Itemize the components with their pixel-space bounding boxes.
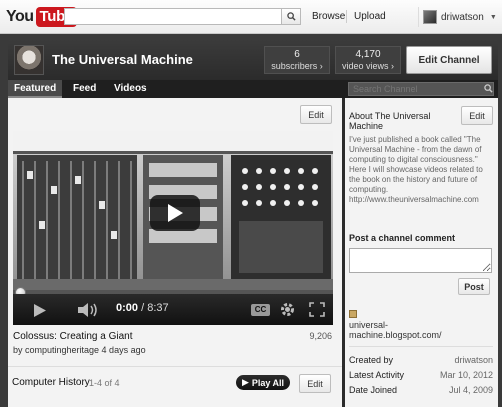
- video-player[interactable]: 0:00 / 8:37 CC: [13, 131, 333, 325]
- play-all-label: Play All: [251, 377, 285, 388]
- comment-input[interactable]: [349, 248, 492, 273]
- subscribers-label: subscribers ›: [271, 61, 323, 71]
- channel-title: The Universal Machine: [52, 52, 193, 67]
- video-byline: by computingheritage 4 days ago: [13, 345, 146, 355]
- search-channel-input[interactable]: [348, 82, 494, 96]
- info-label: Date Joined: [349, 385, 398, 395]
- upload-link[interactable]: Upload: [354, 11, 386, 22]
- blog-link[interactable]: universal-machine.blogspot.com/: [349, 320, 459, 340]
- tab-feed[interactable]: Feed: [67, 80, 102, 98]
- info-label: Created by: [349, 355, 394, 365]
- time-display: 0:00 / 8:37: [116, 302, 169, 314]
- video-views-label: video views ›: [341, 61, 395, 71]
- edit-channel-button[interactable]: Edit Channel: [406, 46, 492, 74]
- time-separator: /: [141, 302, 145, 314]
- blog-icon: [349, 310, 357, 318]
- channel-page: The Universal Machine 6 subscribers › 4,…: [8, 40, 498, 407]
- user-menu[interactable]: driwatson ▼: [418, 7, 497, 27]
- subscribers-stat[interactable]: 6 subscribers ›: [264, 46, 330, 74]
- logo-you-text: You: [6, 8, 34, 25]
- search-input[interactable]: [64, 8, 282, 25]
- fullscreen-icon[interactable]: [309, 302, 325, 317]
- info-value: Mar 10, 2012: [439, 370, 493, 380]
- divider: [349, 346, 493, 347]
- caret-down-icon: ▼: [489, 13, 497, 21]
- playlist-edit-button[interactable]: Edit: [299, 374, 331, 393]
- channel-avatar: [14, 45, 44, 75]
- info-value[interactable]: driwatson: [454, 355, 493, 365]
- channel-header: The Universal Machine 6 subscribers › 4,…: [8, 40, 498, 80]
- settings-gear-icon[interactable]: [279, 301, 296, 318]
- captions-button[interactable]: CC: [251, 304, 270, 316]
- volume-icon[interactable]: [77, 302, 101, 318]
- avatar: [423, 10, 437, 24]
- video-views-stat[interactable]: 4,170 video views ›: [335, 46, 401, 74]
- play-icon: ▶: [241, 377, 249, 387]
- play-icon: [168, 204, 183, 222]
- info-row-latest-activity: Latest Activity Mar 10, 2012: [349, 370, 493, 380]
- player-controls: 0:00 / 8:37 CC: [13, 294, 333, 325]
- about-title: About The Universal Machine: [349, 111, 431, 131]
- current-time: 0:00: [116, 302, 139, 314]
- tab-featured[interactable]: Featured: [8, 80, 63, 98]
- post-button[interactable]: Post: [458, 278, 490, 295]
- playlist-count: 1-4 of 4: [89, 378, 120, 388]
- divider: [8, 366, 342, 367]
- tab-videos[interactable]: Videos: [108, 80, 153, 98]
- play-button[interactable]: [150, 195, 200, 231]
- video-title[interactable]: Colossus: Creating a Giant: [13, 331, 133, 342]
- browse-link[interactable]: Browse: [312, 11, 345, 22]
- play-icon[interactable]: [33, 303, 47, 318]
- username: driwatson: [441, 11, 484, 23]
- about-description: I've just published a book called "The U…: [349, 135, 483, 204]
- video-views-count: 4,170: [355, 49, 381, 60]
- channel-tabs: Featured Feed Videos: [8, 80, 498, 98]
- masthead: You Tube Browse Upload driwatson ▼: [0, 0, 502, 34]
- nav-divider: [346, 10, 347, 23]
- info-value: Jul 4, 2009: [448, 385, 493, 395]
- play-all-button[interactable]: ▶ Play All: [236, 375, 290, 390]
- search-icon: [286, 12, 296, 21]
- info-label: Latest Activity: [349, 370, 405, 380]
- comment-label: Post a channel comment: [349, 233, 456, 243]
- about-edit-button[interactable]: Edit: [461, 106, 493, 125]
- info-row-created-by: Created by driwatson: [349, 355, 493, 365]
- view-count: 9,206: [309, 331, 332, 341]
- featured-panel: Edit 0:00 / 8:37 CC Colossus: Creating a…: [8, 98, 342, 407]
- subscribers-count: 6: [294, 49, 300, 60]
- info-row-date-joined: Date Joined Jul 4, 2009: [349, 385, 493, 395]
- playlist-title: Computer History: [12, 377, 90, 388]
- search-icon[interactable]: [484, 84, 493, 93]
- search-button[interactable]: [281, 8, 301, 25]
- featured-edit-button[interactable]: Edit: [300, 105, 332, 124]
- channel-sidebar: About The Universal Machine Edit I've ju…: [345, 98, 498, 407]
- duration: 8:37: [147, 302, 169, 314]
